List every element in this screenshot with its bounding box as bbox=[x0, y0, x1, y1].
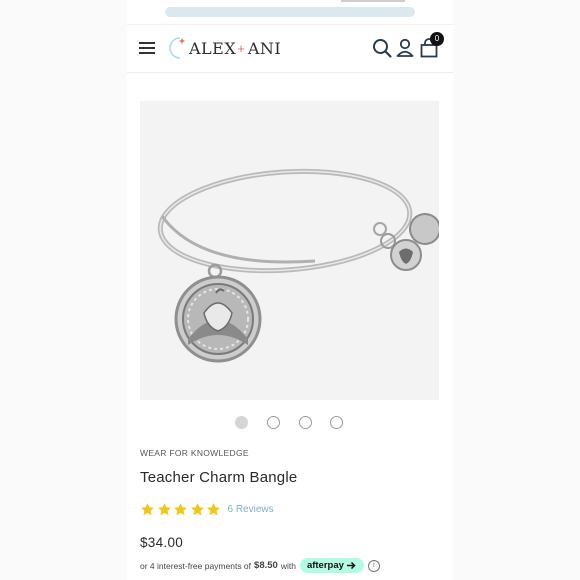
installment-prefix: or 4 interest-free payments of bbox=[140, 560, 252, 571]
info-icon[interactable]: i bbox=[367, 559, 380, 572]
star-icon bbox=[190, 503, 204, 516]
shopping-bag-icon[interactable]: 0 bbox=[418, 32, 444, 59]
star-icon bbox=[157, 503, 171, 516]
carousel-dot-2[interactable] bbox=[267, 416, 280, 429]
search-icon[interactable] bbox=[371, 37, 393, 59]
afterpay-badge[interactable]: afterpay bbox=[299, 558, 364, 573]
installment-amount: $8.50 bbox=[254, 560, 278, 571]
background-left bbox=[0, 0, 127, 580]
brand-name-left: ALEX bbox=[189, 38, 237, 58]
top-strip bbox=[341, 0, 405, 2]
product-price: $34.00 bbox=[140, 535, 184, 550]
carousel-dot-1[interactable] bbox=[235, 416, 248, 429]
bangle-illustration bbox=[157, 168, 441, 363]
cart-count-badge: 0 bbox=[430, 32, 444, 46]
phone-screen: ALEX + ANI 0 WEAR FOR KNOWLEDGE Teacher … bbox=[127, 0, 453, 580]
site-header: ALEX + ANI 0 bbox=[127, 24, 453, 73]
afterpay-arrows-icon bbox=[346, 561, 356, 570]
afterpay-label: afterpay bbox=[306, 560, 344, 571]
star-icon bbox=[141, 503, 154, 516]
installment-info: or 4 interest-free payments of $8.50 wit… bbox=[140, 558, 380, 573]
user-icon[interactable] bbox=[394, 37, 416, 59]
carousel-dot-3[interactable] bbox=[299, 416, 312, 429]
collection-label: WEAR FOR KNOWLEDGE bbox=[140, 448, 249, 458]
hamburger-menu-icon[interactable] bbox=[139, 42, 155, 54]
moon-logo-icon bbox=[169, 37, 185, 59]
product-title: Teacher Charm Bangle bbox=[140, 469, 298, 486]
brand-plus: + bbox=[237, 40, 245, 56]
rating-stars[interactable]: 6 Reviews bbox=[140, 502, 274, 517]
brand-logo[interactable]: ALEX + ANI bbox=[165, 35, 281, 61]
star-icon bbox=[207, 503, 220, 516]
brand-name-right: ANI bbox=[247, 38, 282, 58]
star-icon bbox=[174, 503, 187, 516]
product-image[interactable] bbox=[140, 101, 441, 400]
image-carousel-dots bbox=[127, 416, 453, 432]
carousel-dot-4[interactable] bbox=[330, 416, 343, 429]
address-bar[interactable] bbox=[165, 7, 415, 17]
installment-with: with bbox=[280, 560, 296, 571]
background-right bbox=[453, 0, 580, 580]
reviews-link[interactable]: 6 Reviews bbox=[228, 504, 274, 515]
